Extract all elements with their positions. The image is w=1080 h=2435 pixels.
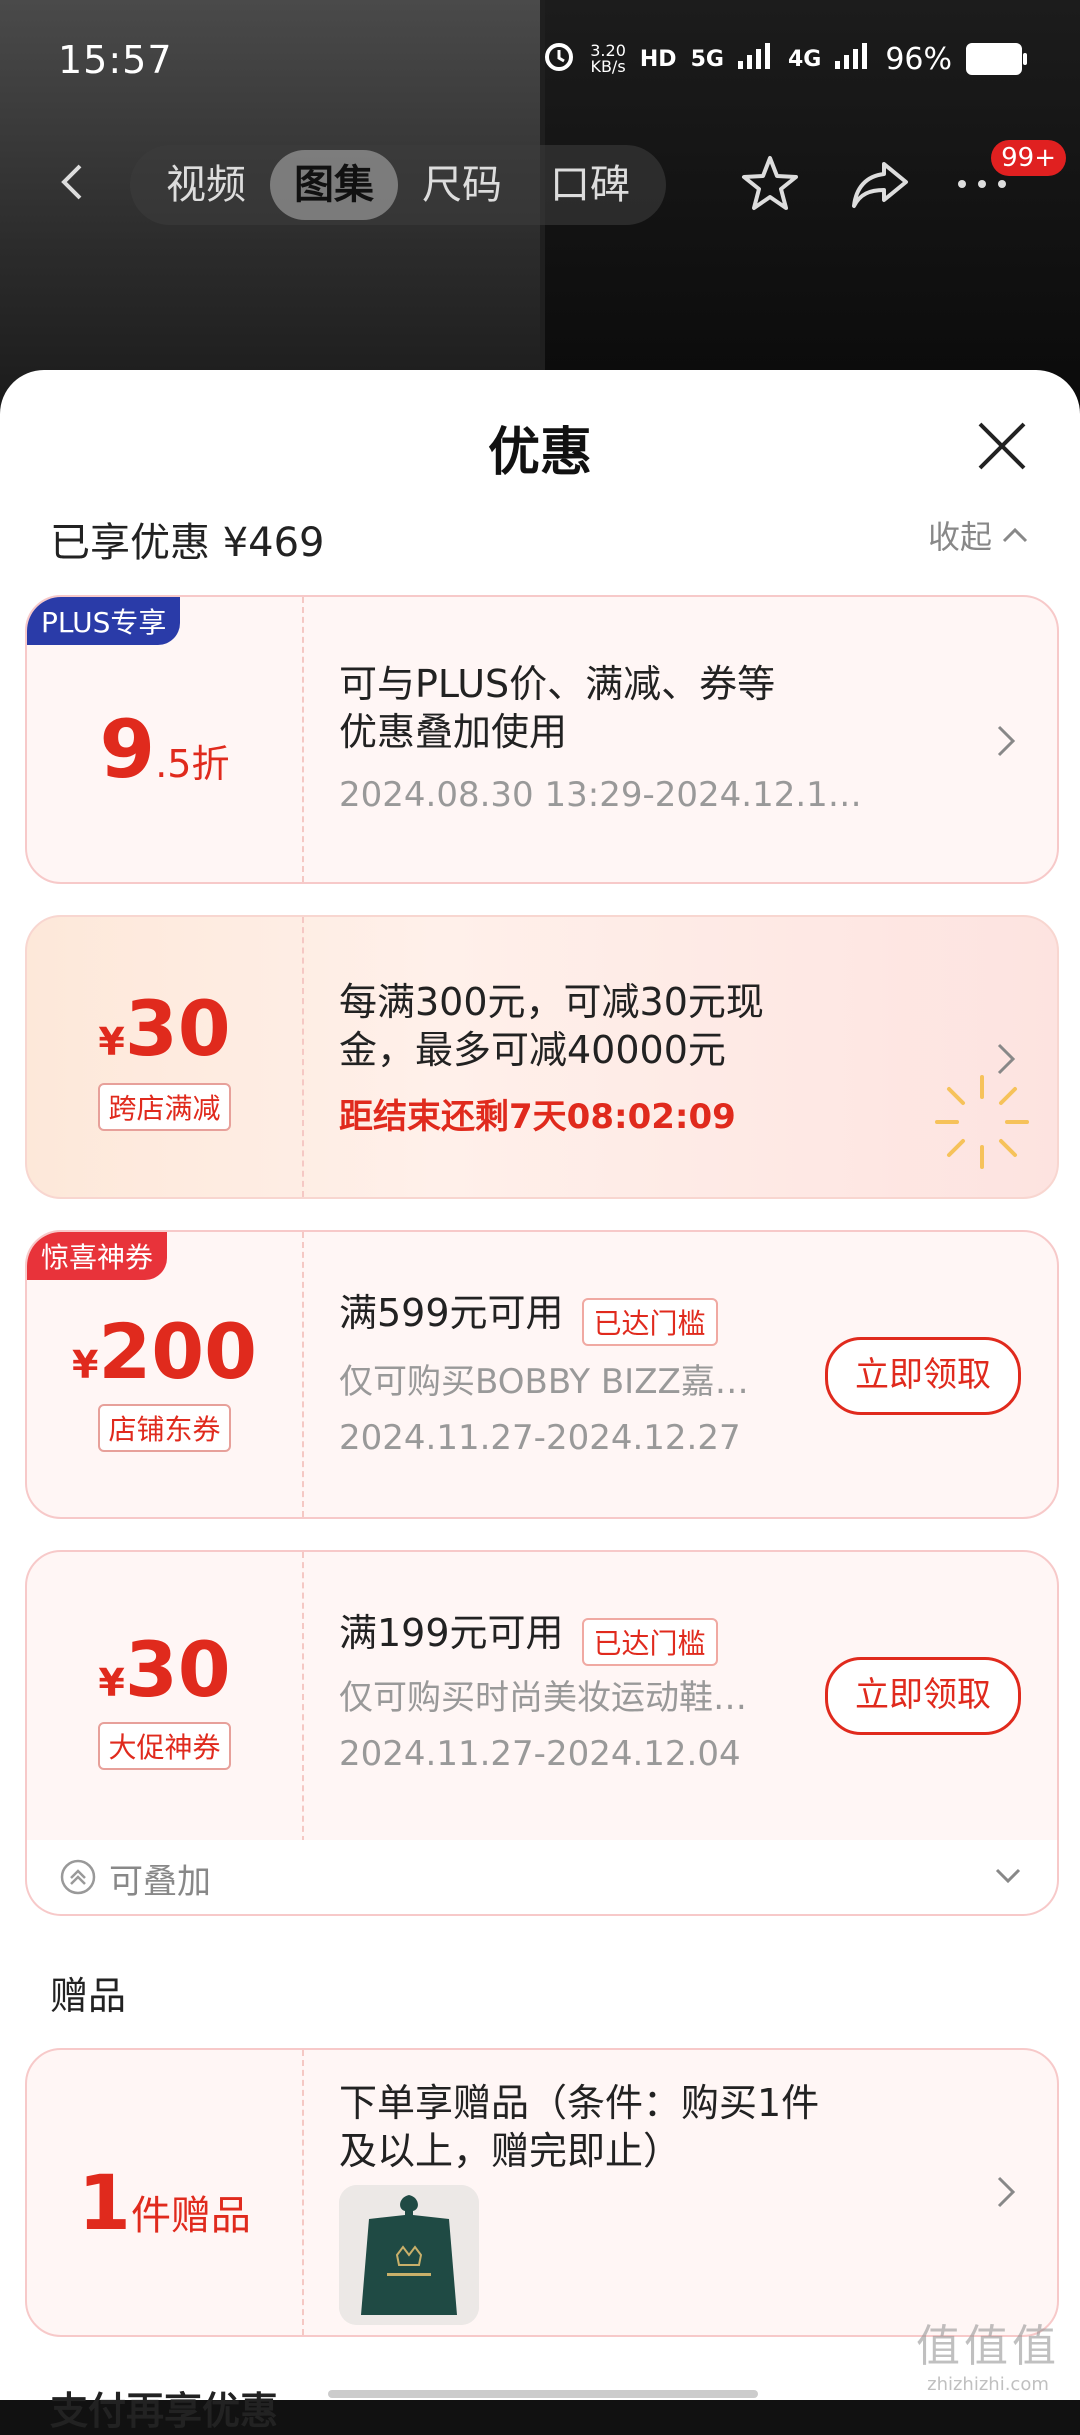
status-bar: 15:57 3.20 KB/s HD 5G 4G 96% bbox=[0, 0, 1080, 124]
gift-count: 1 bbox=[78, 2158, 131, 2247]
plus-tag: PLUS专享 bbox=[27, 597, 181, 645]
coupon-value: 30 bbox=[124, 1624, 231, 1714]
stack-icon bbox=[60, 1859, 96, 1895]
coupon-suffix: .5折 bbox=[155, 742, 230, 786]
collapse-button[interactable]: 收起 bbox=[928, 512, 1028, 558]
chevron-right-icon bbox=[997, 2176, 1016, 2208]
gift-desc-line1: 下单享赠品（条件：购买1件 bbox=[339, 2081, 820, 2125]
tab-gallery[interactable]: 图集 bbox=[270, 150, 398, 220]
coupon-value: 200 bbox=[98, 1307, 258, 1396]
claim-button[interactable]: 立即领取 bbox=[825, 1657, 1021, 1735]
coupon-card-store: ¥200 店铺东券 惊喜神券 满599元可用 已达门槛 仅可购买BOBBY BIZ… bbox=[25, 1230, 1059, 1519]
coupon-desc-line1: 每满300元，可减30元现 bbox=[339, 980, 764, 1024]
gift-count-area: 1件赠品 bbox=[27, 2050, 304, 2335]
status-icons: 3.20 KB/s HD 5G 4G 96% bbox=[542, 38, 1027, 80]
alarm-icon bbox=[542, 38, 576, 80]
coupon-date: 2024.08.30 13:29-2024.12.1… bbox=[339, 775, 862, 815]
coupon-desc-line2: 优惠叠加使用 bbox=[339, 710, 568, 754]
tab-size[interactable]: 尺码 bbox=[398, 150, 526, 220]
chevron-up-icon bbox=[1002, 527, 1028, 543]
coupon-sheet: 优惠 已享优惠 ¥469 收起 9.5折 PLUS专享 可与PLUS价、满减、券… bbox=[0, 370, 1080, 2433]
watermark-brand: 值值值 bbox=[916, 2321, 1060, 2372]
coupon-card-promo: ¥30 大促神券 满199元可用 已达门槛 仅可购买时尚美妆运动鞋… 2024.1… bbox=[25, 1550, 1059, 1844]
tab-reviews[interactable]: 口碑 bbox=[526, 150, 654, 220]
coupon-desc: 仅可购买BOBBY BIZZ嘉… bbox=[339, 1362, 749, 1402]
collapse-label: 收起 bbox=[927, 518, 992, 556]
sheet-title: 优惠 bbox=[487, 423, 592, 483]
media-tabs: 视频 图集 尺码 口碑 bbox=[130, 145, 666, 225]
share-icon[interactable] bbox=[848, 152, 912, 216]
coupon-value-area: ¥30 跨店满减 bbox=[27, 917, 304, 1197]
stackable-label: 可叠加 bbox=[109, 1862, 211, 1902]
gift-unit: 件赠品 bbox=[130, 2193, 251, 2239]
coupon-condition: 满199元可用 bbox=[339, 1611, 564, 1655]
threshold-badge: 已达门槛 bbox=[581, 1297, 718, 1346]
coupon-tag: 店铺东券 bbox=[98, 1404, 231, 1452]
stackable-row[interactable]: 可叠加 bbox=[25, 1840, 1059, 1916]
coupon-desc-line1: 可与PLUS价、满减、券等 bbox=[339, 662, 776, 706]
coupon-desc-line2: 金，最多可减40000元 bbox=[339, 1028, 726, 1072]
signal-icon bbox=[737, 41, 774, 77]
coupon-condition: 满599元可用 bbox=[339, 1291, 564, 1335]
gift-card[interactable]: 1件赠品 下单享赠品（条件：购买1件 及以上，赠完即止） bbox=[25, 2048, 1059, 2337]
chevron-right-icon bbox=[997, 725, 1016, 757]
star-icon[interactable] bbox=[738, 152, 802, 216]
coupon-card-plus[interactable]: 9.5折 PLUS专享 可与PLUS价、满减、券等 优惠叠加使用 2024.08… bbox=[25, 595, 1059, 884]
chevron-down-icon bbox=[995, 1868, 1021, 1884]
chevron-right-icon bbox=[997, 1043, 1016, 1075]
product-navbar: 视频 图集 尺码 口碑 bbox=[0, 140, 1080, 230]
back-arrow-icon[interactable] bbox=[52, 162, 92, 202]
coupon-tag: 跨店满减 bbox=[98, 1082, 231, 1131]
scroll-indicator bbox=[328, 2390, 758, 2398]
close-icon[interactable] bbox=[974, 418, 1030, 474]
coupon-threshold-row: 满599元可用 已达门槛 bbox=[339, 1290, 718, 1346]
firework-decoration-icon bbox=[935, 1075, 1029, 1169]
message-badge: 99+ bbox=[991, 140, 1066, 176]
status-time: 15:57 bbox=[58, 38, 173, 82]
coupon-threshold-row: 满199元可用 已达门槛 bbox=[339, 1610, 718, 1666]
claim-button[interactable]: 立即领取 bbox=[825, 1337, 1021, 1415]
pay-section-title: 支付再享优惠 bbox=[50, 2389, 279, 2433]
signal-icon-2 bbox=[835, 41, 871, 77]
network-speed: 3.20 KB/s bbox=[590, 41, 626, 76]
countdown: 距结束还剩7天08:02:09 bbox=[339, 1097, 736, 1137]
coupon-value-area: ¥30 大促神券 bbox=[27, 1552, 304, 1842]
coupon-currency: ¥ bbox=[71, 1343, 99, 1387]
watermark-site: zhizhizhi.com bbox=[927, 2374, 1049, 2395]
threshold-badge: 已达门槛 bbox=[581, 1617, 718, 1666]
gift-section-title: 赠品 bbox=[50, 1974, 127, 2018]
coupon-currency: ¥ bbox=[98, 1019, 125, 1064]
battery-percent: 96% bbox=[885, 41, 952, 77]
network-5g-icon: 5G bbox=[690, 46, 724, 72]
coupon-value: 30 bbox=[124, 983, 231, 1073]
coupon-date: 2024.11.27-2024.12.04 bbox=[339, 1734, 741, 1774]
coupon-card-cross-store[interactable]: ¥30 跨店满减 每满300元，可减30元现 金，最多可减40000元 距结束还… bbox=[25, 915, 1059, 1199]
battery-icon bbox=[966, 43, 1027, 75]
coupon-date: 2024.11.27-2024.12.27 bbox=[339, 1418, 741, 1458]
coupon-value: 9 bbox=[99, 703, 156, 796]
hd-icon: HD bbox=[639, 46, 677, 72]
surprise-tag: 惊喜神券 bbox=[27, 1232, 168, 1280]
tab-video[interactable]: 视频 bbox=[142, 150, 270, 220]
coupon-tag: 大促神券 bbox=[98, 1721, 231, 1770]
coupon-currency: ¥ bbox=[98, 1660, 125, 1705]
watermark: 值值值 zhizhizhi.com bbox=[916, 2310, 1060, 2395]
network-4g-icon: 4G bbox=[787, 46, 822, 72]
enjoyed-discount: 已享优惠 ¥469 bbox=[50, 520, 325, 566]
gift-desc-line2: 及以上，赠完即止） bbox=[339, 2129, 682, 2173]
coupon-desc: 仅可购买时尚美妆运动鞋… bbox=[339, 1678, 747, 1718]
gift-image bbox=[339, 2185, 479, 2325]
